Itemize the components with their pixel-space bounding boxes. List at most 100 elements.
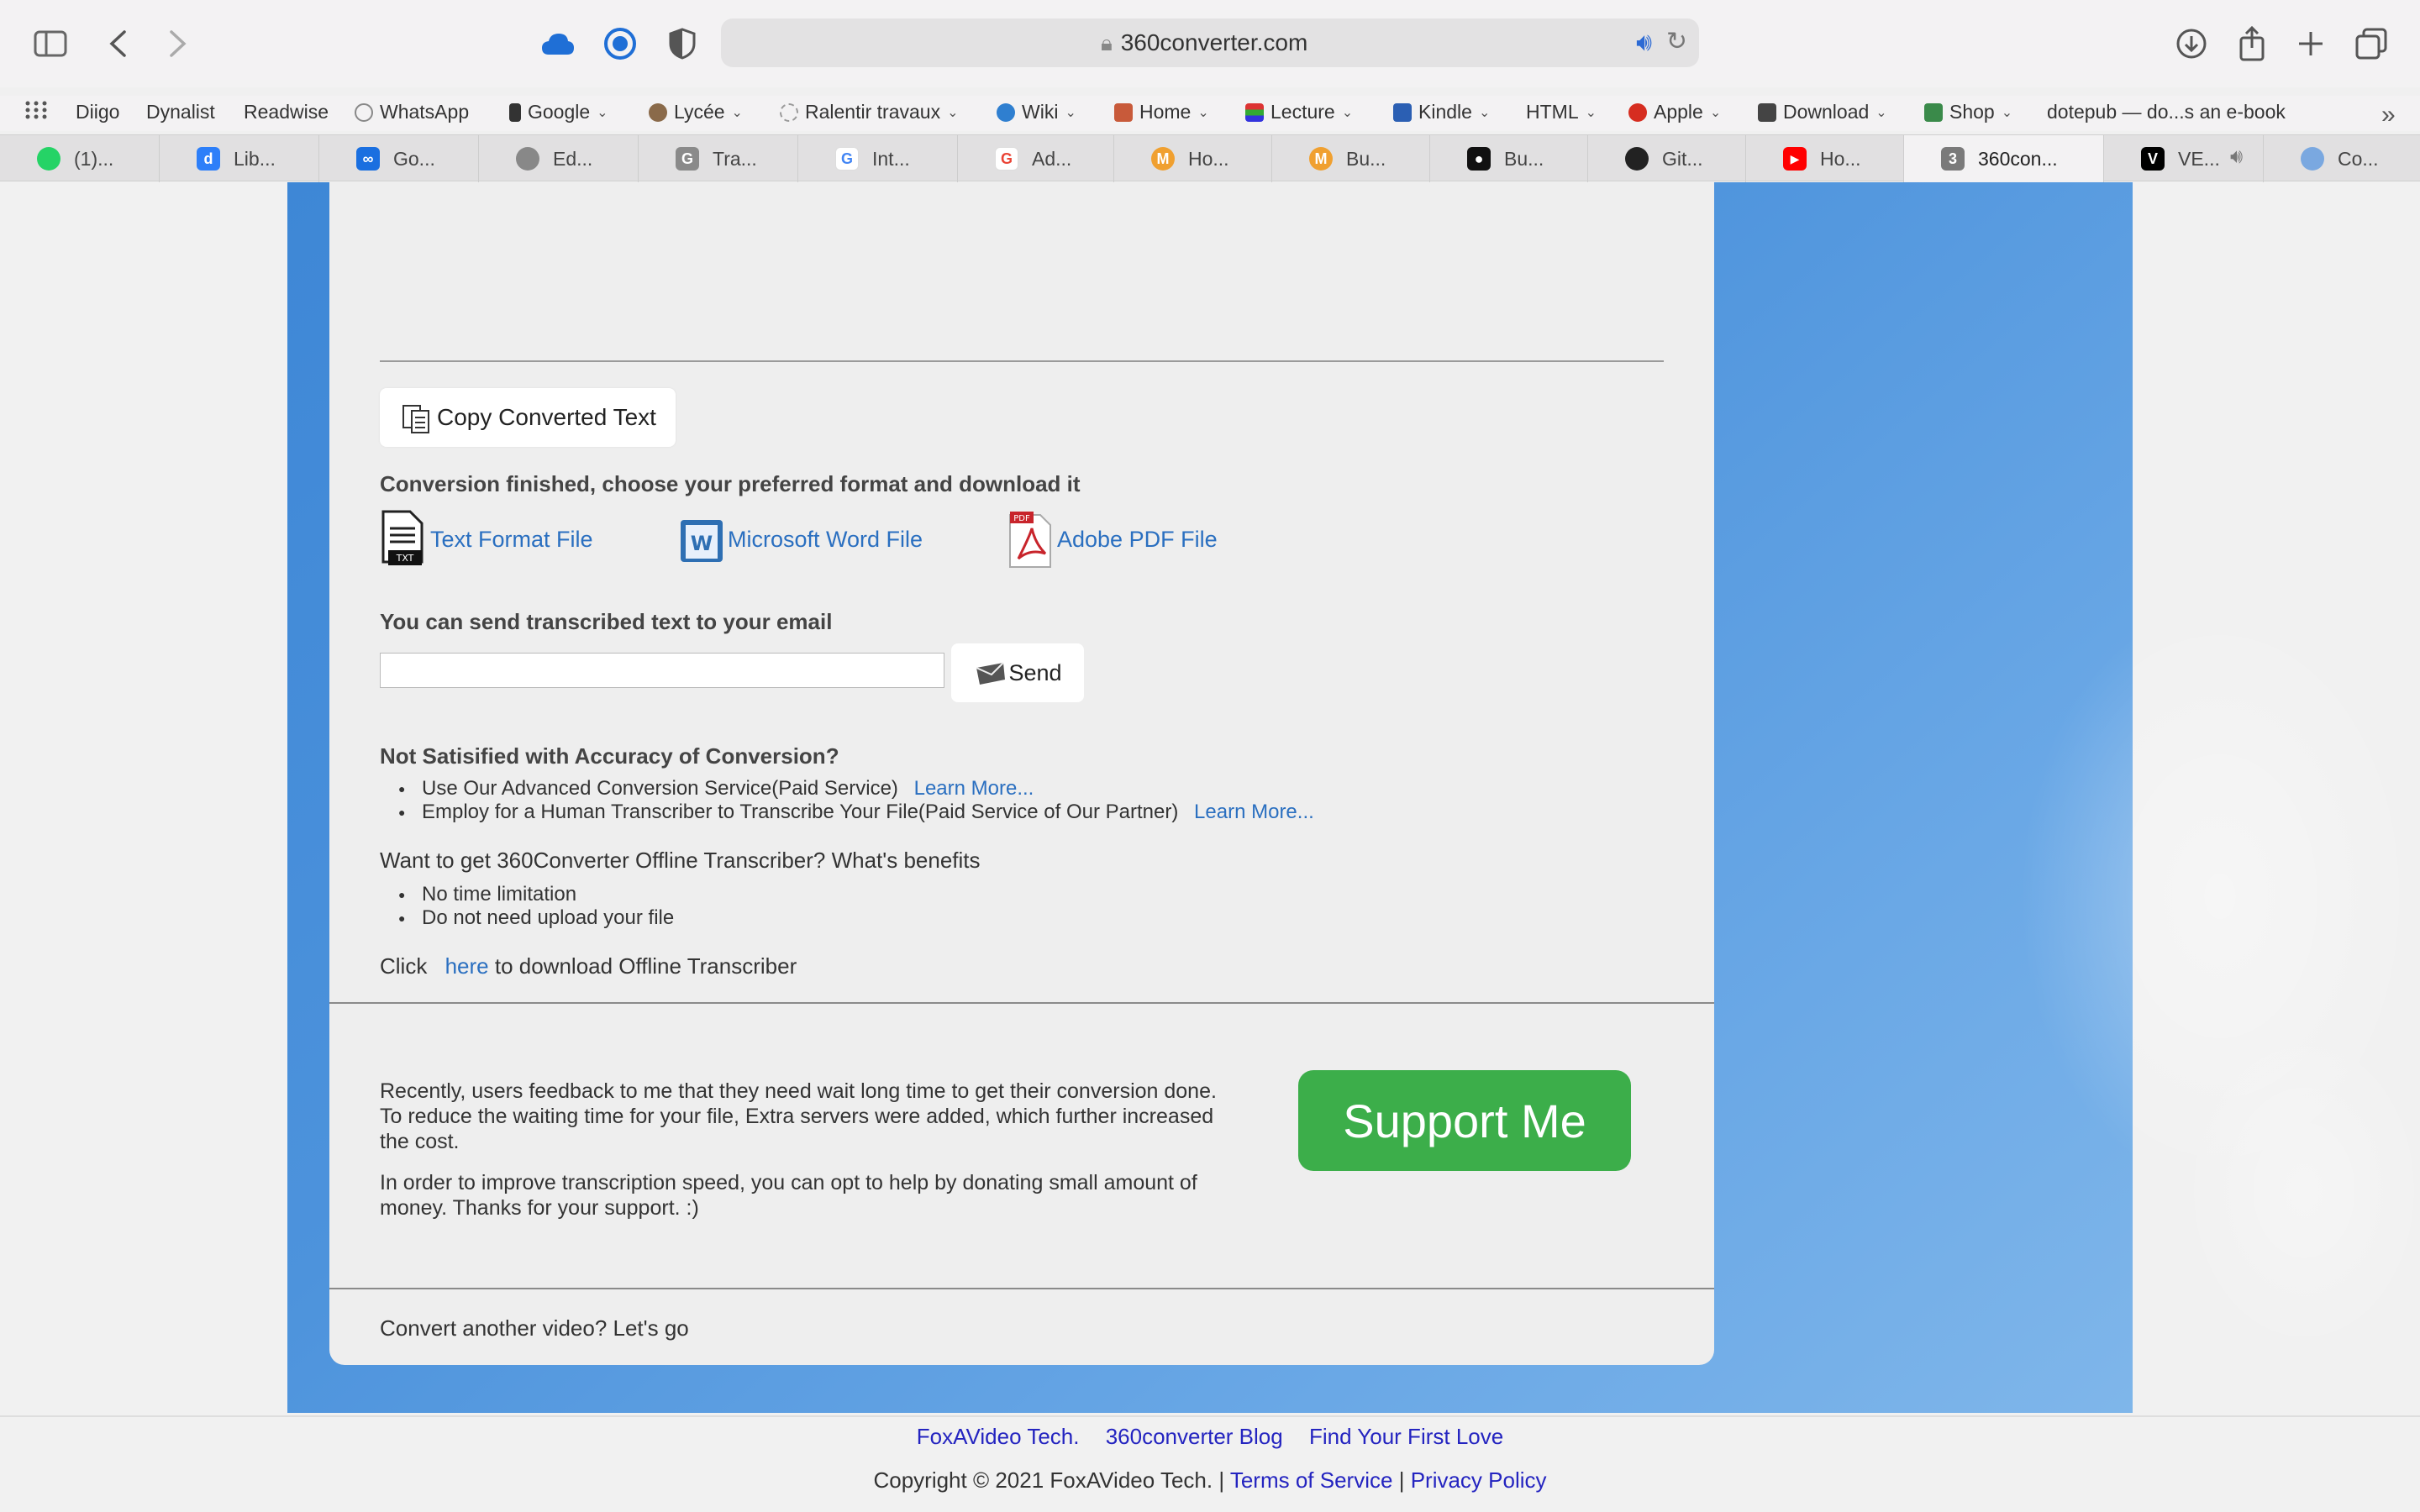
email-input[interactable]	[380, 653, 944, 688]
more-bookmarks-icon[interactable]: »	[2381, 101, 2396, 129]
support-me-button[interactable]: Support Me	[1298, 1070, 1631, 1171]
tab-bar: (1)... d Lib... ∞ Go... Ed... G Tra... G Int…	[0, 134, 2420, 182]
tab-ed[interactable]: Ed...	[479, 135, 639, 182]
tab-tra[interactable]: G Tra...	[639, 135, 798, 182]
send-button[interactable]: Send	[951, 643, 1084, 702]
back-icon[interactable]	[99, 25, 136, 62]
tab-ve[interactable]: V VE... 🔊︎	[2104, 135, 2264, 182]
tab-overview-icon[interactable]	[2353, 25, 2390, 62]
v-logo-icon: V	[2141, 147, 2165, 171]
footer-separator: |	[1398, 1467, 1405, 1493]
bookmark-folder-kindle[interactable]: Kindle ⌄	[1393, 101, 1490, 123]
accuracy-list: Use Our Advanced Conversion Service(Paid…	[380, 777, 1314, 824]
convert-another-link[interactable]: Convert another video? Let's go	[380, 1315, 689, 1341]
learn-more-link[interactable]: Learn More...	[1194, 801, 1314, 823]
bookmark-folder-google[interactable]: Google ⌄	[509, 101, 608, 123]
result-card: Copy Converted Text Conversion finished,…	[329, 182, 1714, 1365]
list-item-text: Use Our Advanced Conversion Service(Paid…	[422, 777, 898, 800]
tab-co[interactable]: Co...	[2264, 135, 2420, 182]
lock-icon: 🔒︎	[1101, 30, 1113, 55]
browser-toolbar: 🔒︎ 360converter.com 🔊︎ ↻	[0, 0, 2420, 87]
share-icon[interactable]	[2233, 25, 2270, 62]
tab-int[interactable]: G Int...	[798, 135, 958, 182]
address-bar[interactable]: 🔒︎ 360converter.com 🔊︎ ↻	[721, 18, 1699, 67]
tab-github[interactable]: Git...	[1588, 135, 1746, 182]
bookmark-diigo[interactable]: Diigo	[76, 101, 119, 123]
forward-icon[interactable]	[160, 25, 197, 62]
bookmark-folder-shop[interactable]: Shop ⌄	[1924, 101, 2012, 123]
download-offline-line: Click here to download Offline Transcrib…	[380, 953, 797, 979]
txt-file-icon: TXT	[381, 510, 424, 565]
speaker-icon[interactable]: 🔊︎	[2230, 145, 2243, 169]
extension-bird-icon[interactable]	[602, 25, 639, 62]
footer-link-blog[interactable]: 360converter Blog	[1106, 1424, 1283, 1449]
apps-grid-icon[interactable]	[25, 101, 47, 119]
whatsapp-icon	[37, 147, 60, 171]
download-pdf-link[interactable]: PDF Adobe PDF File	[1007, 510, 1218, 569]
email-heading: You can send transcribed text to your em…	[380, 609, 833, 634]
tab-lib[interactable]: d Lib...	[160, 135, 319, 182]
tab-360converter[interactable]: 3 360con...	[1904, 135, 2104, 182]
tab-label: Ed...	[553, 148, 593, 170]
divider	[329, 1288, 1714, 1289]
tab-go[interactable]: ∞ Go...	[319, 135, 479, 182]
url-text: 360converter.com	[1120, 29, 1308, 55]
bookmark-folder-apple[interactable]: Apple ⌄	[1628, 101, 1721, 123]
bookmark-folder-wiki[interactable]: Wiki ⌄	[997, 101, 1076, 123]
footer-link-find-love[interactable]: Find Your First Love	[1309, 1424, 1503, 1449]
github-icon	[1625, 147, 1649, 171]
download-txt-link[interactable]: TXT Text Format File	[380, 510, 593, 569]
privacy-policy-link[interactable]: Privacy Policy	[1411, 1467, 1547, 1493]
sync-icon	[2301, 147, 2324, 171]
divider	[380, 360, 1664, 362]
learn-more-link[interactable]: Learn More...	[914, 777, 1034, 800]
downloads-icon[interactable]	[2173, 25, 2210, 62]
send-button-label: Send	[1008, 659, 1062, 685]
chevron-down-icon: ⌄	[1341, 105, 1354, 120]
here-link[interactable]: here	[445, 953, 489, 979]
bookmark-folder-home[interactable]: Home ⌄	[1114, 101, 1209, 123]
bookmark-dynalist[interactable]: Dynalist	[146, 101, 215, 123]
download-pdf-label: Adobe PDF File	[1057, 526, 1218, 552]
infinity-icon: ∞	[356, 147, 380, 171]
bookmark-label: Ralentir travaux	[805, 101, 941, 123]
offline-heading: Want to get 360Converter Offline Transcr…	[380, 848, 981, 873]
download-word-link[interactable]: W Microsoft Word File	[677, 510, 923, 569]
tab-label: Ho...	[1820, 148, 1861, 170]
list-item: Do not need upload your file	[380, 906, 674, 930]
audio-playing-icon[interactable]: 🔊︎	[1636, 29, 1652, 57]
reload-icon[interactable]: ↻	[1666, 27, 1687, 56]
tab-label: Git...	[1662, 148, 1703, 170]
icloud-icon[interactable]	[539, 25, 576, 62]
bookmark-readwise[interactable]: Readwise	[244, 101, 329, 123]
new-tab-icon[interactable]	[2292, 25, 2329, 62]
tab-bu-2[interactable]: ● Bu...	[1430, 135, 1588, 182]
chevron-down-icon: ⌄	[1585, 105, 1597, 120]
privacy-shield-icon[interactable]	[664, 25, 701, 62]
bookmark-whatsapp[interactable]: WhatsApp	[355, 101, 469, 123]
tab-label: Co...	[2338, 148, 2379, 170]
bookmark-folder-lecture[interactable]: Lecture ⌄	[1245, 101, 1353, 123]
tab-ho-1[interactable]: M Ho...	[1114, 135, 1272, 182]
bookmark-folder-html[interactable]: HTML ⌄	[1526, 101, 1597, 123]
google-icon: G	[995, 147, 1018, 171]
bookmark-folder-ralentir-travaux[interactable]: Ralentir travaux ⌄	[780, 101, 958, 123]
tab-whatsapp[interactable]: (1)...	[0, 135, 160, 182]
bookmark-label: Wiki	[1022, 101, 1059, 123]
footer-link-foxavideo[interactable]: FoxAVideo Tech.	[917, 1424, 1080, 1449]
sidebar-toggle-icon[interactable]	[32, 25, 69, 62]
m-logo-icon: M	[1151, 147, 1175, 171]
terms-of-service-link[interactable]: Terms of Service	[1230, 1467, 1393, 1493]
tab-ad[interactable]: G Ad...	[958, 135, 1114, 182]
bookmark-dotepub[interactable]: dotepub — do...s an e-book	[2047, 101, 2286, 123]
bookmark-folder-lycee[interactable]: Lycée ⌄	[649, 101, 743, 123]
divider	[329, 1002, 1714, 1004]
tab-youtube[interactable]: ▶ Ho...	[1746, 135, 1904, 182]
bookmark-folder-download[interactable]: Download ⌄	[1758, 101, 1887, 123]
click-prefix: Click	[380, 953, 428, 979]
tab-bu-1[interactable]: M Bu...	[1272, 135, 1430, 182]
book-icon	[1393, 102, 1412, 122]
globe-icon	[997, 102, 1015, 122]
pdf-file-icon: PDF	[1009, 512, 1051, 568]
copy-converted-text-button[interactable]: Copy Converted Text	[380, 388, 676, 447]
